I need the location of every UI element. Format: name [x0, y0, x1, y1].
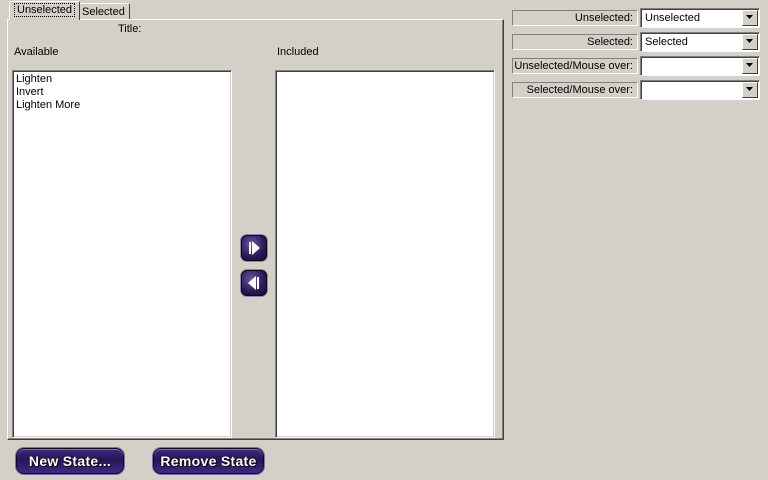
tab-unselected[interactable]: Unselected: [9, 1, 81, 20]
chevron-down-icon: [746, 63, 753, 67]
tab-unselected-label: Unselected: [14, 3, 76, 17]
selected-mouseover-label: Selected/Mouse over:: [512, 82, 638, 98]
chevron-down-icon: [746, 87, 753, 91]
unselected-mouseover-select[interactable]: [640, 56, 760, 76]
available-listbox[interactable]: Lighten Invert Lighten More: [12, 70, 232, 438]
arrow-left-icon: [248, 276, 259, 290]
dropdown-button[interactable]: [742, 10, 758, 26]
remove-state-button[interactable]: Remove State: [153, 448, 264, 474]
list-item[interactable]: Invert: [16, 86, 228, 99]
included-listbox[interactable]: [275, 70, 495, 438]
selected-state-select[interactable]: Selected: [640, 32, 760, 52]
unselected-state-label: Unselected:: [512, 10, 638, 26]
tab-selected-label: Selected: [82, 6, 125, 18]
unselected-state-value: Unselected: [645, 12, 701, 24]
new-state-button[interactable]: New State...: [16, 448, 124, 474]
selected-state-value: Selected: [645, 36, 688, 48]
dropdown-button[interactable]: [742, 82, 758, 98]
chevron-down-icon: [746, 39, 753, 43]
selected-state-label: Selected:: [512, 34, 638, 50]
remove-button[interactable]: [241, 270, 267, 296]
arrow-right-icon: [249, 241, 260, 255]
list-item[interactable]: Lighten More: [16, 99, 228, 112]
tab-selected[interactable]: Selected: [77, 3, 130, 20]
title-label: Title:: [118, 23, 142, 35]
add-button[interactable]: [241, 235, 267, 261]
unselected-state-select[interactable]: Unselected: [640, 8, 760, 28]
chevron-down-icon: [746, 15, 753, 19]
included-label: Included: [277, 46, 319, 58]
available-label: Available: [14, 46, 59, 58]
dropdown-button[interactable]: [742, 58, 758, 74]
dropdown-button[interactable]: [742, 34, 758, 50]
list-item[interactable]: Lighten: [16, 73, 228, 86]
unselected-mouseover-label: Unselected/Mouse over:: [512, 58, 638, 74]
selected-mouseover-select[interactable]: [640, 80, 760, 100]
